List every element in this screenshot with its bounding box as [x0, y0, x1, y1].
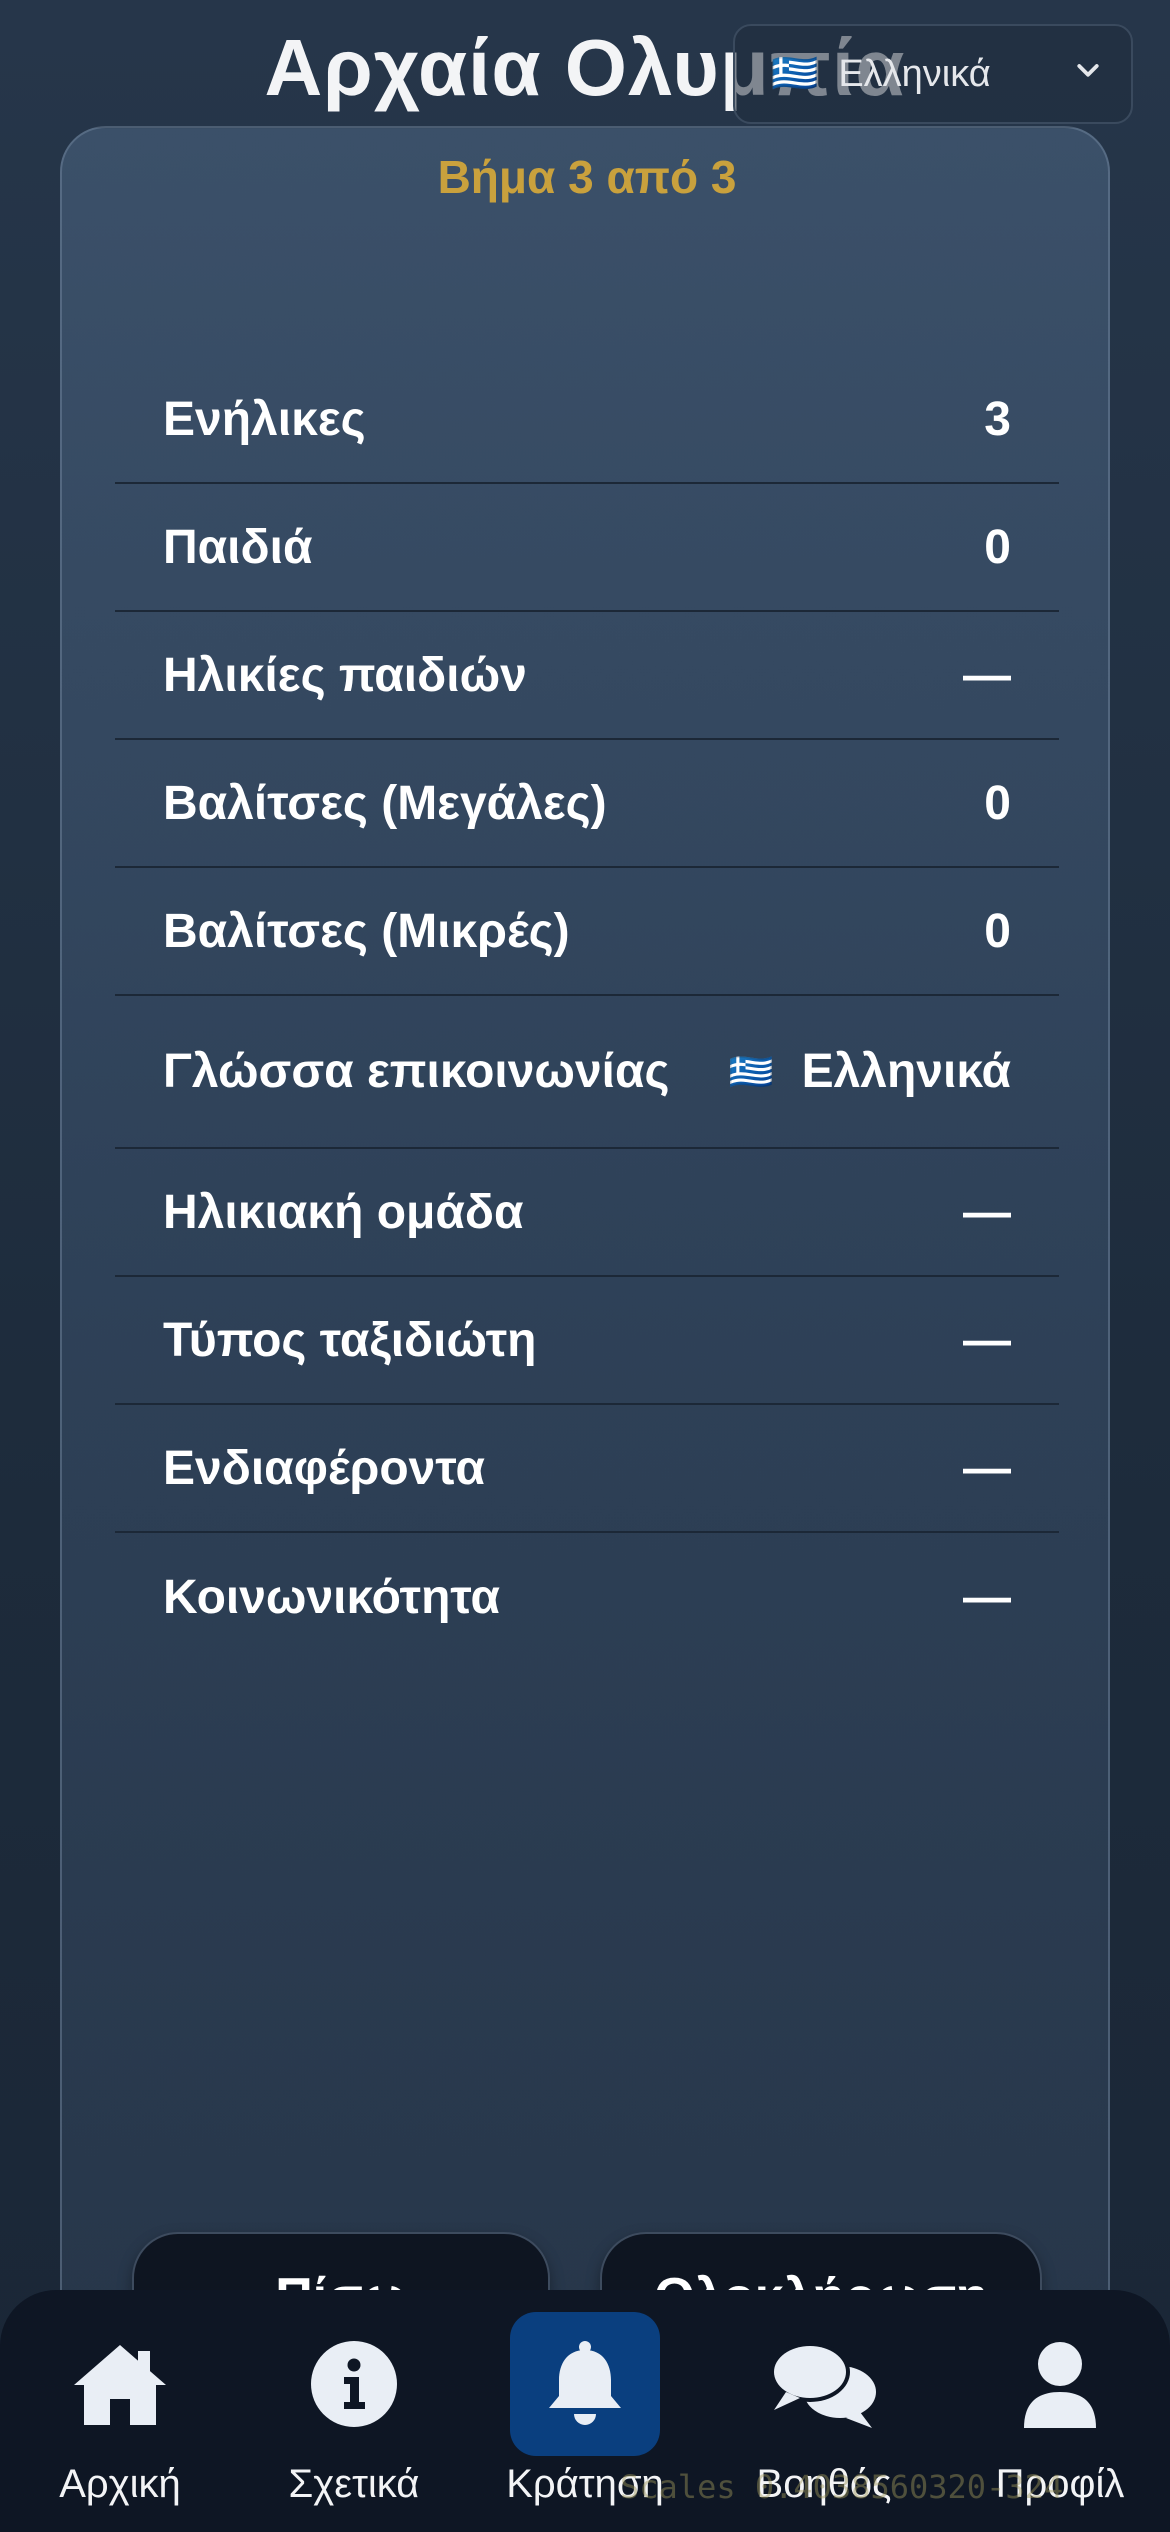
- row-value: —: [963, 1570, 1011, 1624]
- row-label: Βαλίτσες (Μικρές): [163, 904, 570, 958]
- summary-row-children: Παιδιά 0: [115, 484, 1059, 612]
- nav-label-home: Αρχική: [59, 2462, 181, 2506]
- greek-flag-icon: 🇬🇷: [771, 53, 819, 95]
- summary-row-children-ages: Ηλικίες παιδιών —: [115, 612, 1059, 740]
- home-icon: [45, 2312, 195, 2456]
- row-label: Ηλικίες παιδιών: [163, 648, 527, 702]
- row-label: Κοινωνικότητα: [163, 1570, 500, 1624]
- row-value: —: [963, 1185, 1011, 1239]
- row-value: 0: [984, 776, 1011, 830]
- row-label: Βαλίτσες (Μεγάλες): [163, 776, 607, 830]
- row-value: —: [963, 648, 1011, 702]
- row-label: Ηλικιακή ομάδα: [163, 1185, 524, 1239]
- row-value: 3: [984, 392, 1011, 446]
- row-value: 0: [984, 520, 1011, 574]
- chat-icon: [749, 2312, 899, 2456]
- row-label: Παιδιά: [163, 520, 313, 574]
- step-indicator: Βήμα 3 από 3: [437, 151, 737, 203]
- summary-row-age-group: Ηλικιακή ομάδα —: [115, 1149, 1059, 1277]
- greek-flag-icon: 🇬🇷: [728, 1050, 774, 1092]
- row-label: Τύπος ταξιδιώτη: [163, 1313, 537, 1367]
- summary-row-small-luggage: Βαλίτσες (Μικρές) 0: [115, 868, 1059, 996]
- chevron-down-icon: [1073, 53, 1103, 96]
- user-icon: [985, 2312, 1135, 2456]
- summary-row-interests: Ενδιαφέροντα —: [115, 1405, 1059, 1533]
- summary-row-traveler-type: Τύπος ταξιδιώτη —: [115, 1277, 1059, 1405]
- summary-row-language: Γλώσσα επικοινωνίας 🇬🇷 Ελληνικά: [115, 996, 1059, 1149]
- watermark: Scales 0.4038560320-324: [620, 2468, 1064, 2506]
- nav-item-about[interactable]: Σχετικά: [254, 2290, 454, 2532]
- booking-summary-card: Βήμα 3 από 3 Ενήλικες 3 Παιδιά 0 Ηλικίες…: [60, 126, 1110, 2486]
- language-value: Ελληνικά: [801, 1045, 1011, 1098]
- row-value: —: [963, 1441, 1011, 1495]
- row-label: Ενδιαφέροντα: [163, 1441, 485, 1495]
- info-icon: [279, 2312, 429, 2456]
- bell-icon: [510, 2312, 660, 2456]
- language-select-value: Ελληνικά: [838, 52, 991, 95]
- summary-row-sociability: Κοινωνικότητα —: [115, 1533, 1059, 1661]
- summary-row-adults: Ενήλικες 3: [115, 356, 1059, 484]
- row-value: —: [963, 1313, 1011, 1367]
- nav-item-home[interactable]: Αρχική: [20, 2290, 220, 2532]
- nav-label-about: Σχετικά: [288, 2462, 420, 2506]
- row-label: Γλώσσα επικοινωνίας: [163, 1045, 670, 1098]
- summary-list: Ενήλικες 3 Παιδιά 0 Ηλικίες παιδιών — Βα…: [115, 356, 1059, 1661]
- language-select[interactable]: 🇬🇷 Ελληνικά: [733, 24, 1133, 124]
- row-value: 🇬🇷 Ελληνικά: [729, 1044, 1011, 1099]
- row-value: 0: [984, 904, 1011, 958]
- summary-row-large-luggage: Βαλίτσες (Μεγάλες) 0: [115, 740, 1059, 868]
- row-label: Ενήλικες: [163, 392, 366, 446]
